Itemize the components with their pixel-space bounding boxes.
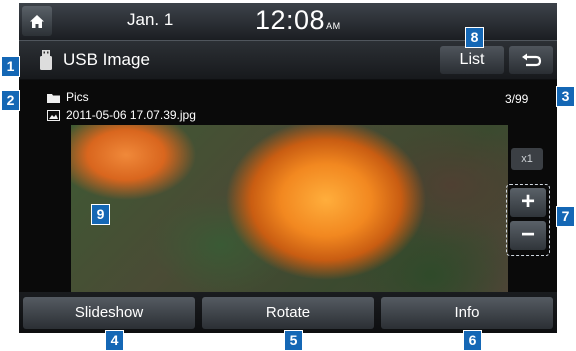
home-button[interactable] [22,6,52,36]
callout-marker-9: 9 [91,204,110,225]
folder-row: Pics [47,90,89,104]
zoom-in-button[interactable]: + [510,188,546,217]
info-button[interactable]: Info [381,297,553,329]
home-icon [30,14,44,28]
zoom-out-button[interactable]: − [510,221,546,250]
callout-marker-6: 6 [463,330,482,351]
bottom-bar: Slideshow Rotate Info [19,292,557,333]
usb-icon [40,50,52,70]
page-title: USB Image [63,50,150,69]
clock-display: 12:08AM [255,5,341,36]
zoom-controls: + − [506,184,550,256]
callout-marker-7: 7 [556,206,575,227]
callout-marker-3: 3 [556,86,575,107]
photo-display[interactable] [71,125,508,292]
list-button[interactable]: List [440,46,504,74]
slideshow-button[interactable]: Slideshow [23,297,195,329]
image-file-icon [47,110,60,121]
image-viewer: Pics 2011-05-06 17.07.39.jpg 3/99 x1 + − [19,80,557,292]
media-screen: Jan. 1 12:08AM USB Image List Pics 2011-… [19,3,557,333]
callout-marker-4: 4 [105,330,124,351]
time-value: 12:08 [255,5,326,35]
am-pm-indicator: AM [326,21,341,31]
back-button[interactable] [509,46,553,74]
zoom-level-indicator: x1 [511,148,543,170]
image-counter: 3/99 [505,92,529,106]
back-arrow-icon [522,53,542,67]
file-name: 2011-05-06 17.07.39.jpg [66,108,196,122]
folder-name: Pics [66,90,89,104]
file-row: 2011-05-06 17.07.39.jpg [47,108,196,122]
date-display: Jan. 1 [127,10,174,29]
callout-marker-2: 2 [1,90,20,111]
rotate-button[interactable]: Rotate [202,297,374,329]
callout-marker-8: 8 [465,27,484,48]
callout-marker-5: 5 [284,330,303,351]
callout-marker-1: 1 [1,56,20,77]
folder-icon [47,94,60,103]
